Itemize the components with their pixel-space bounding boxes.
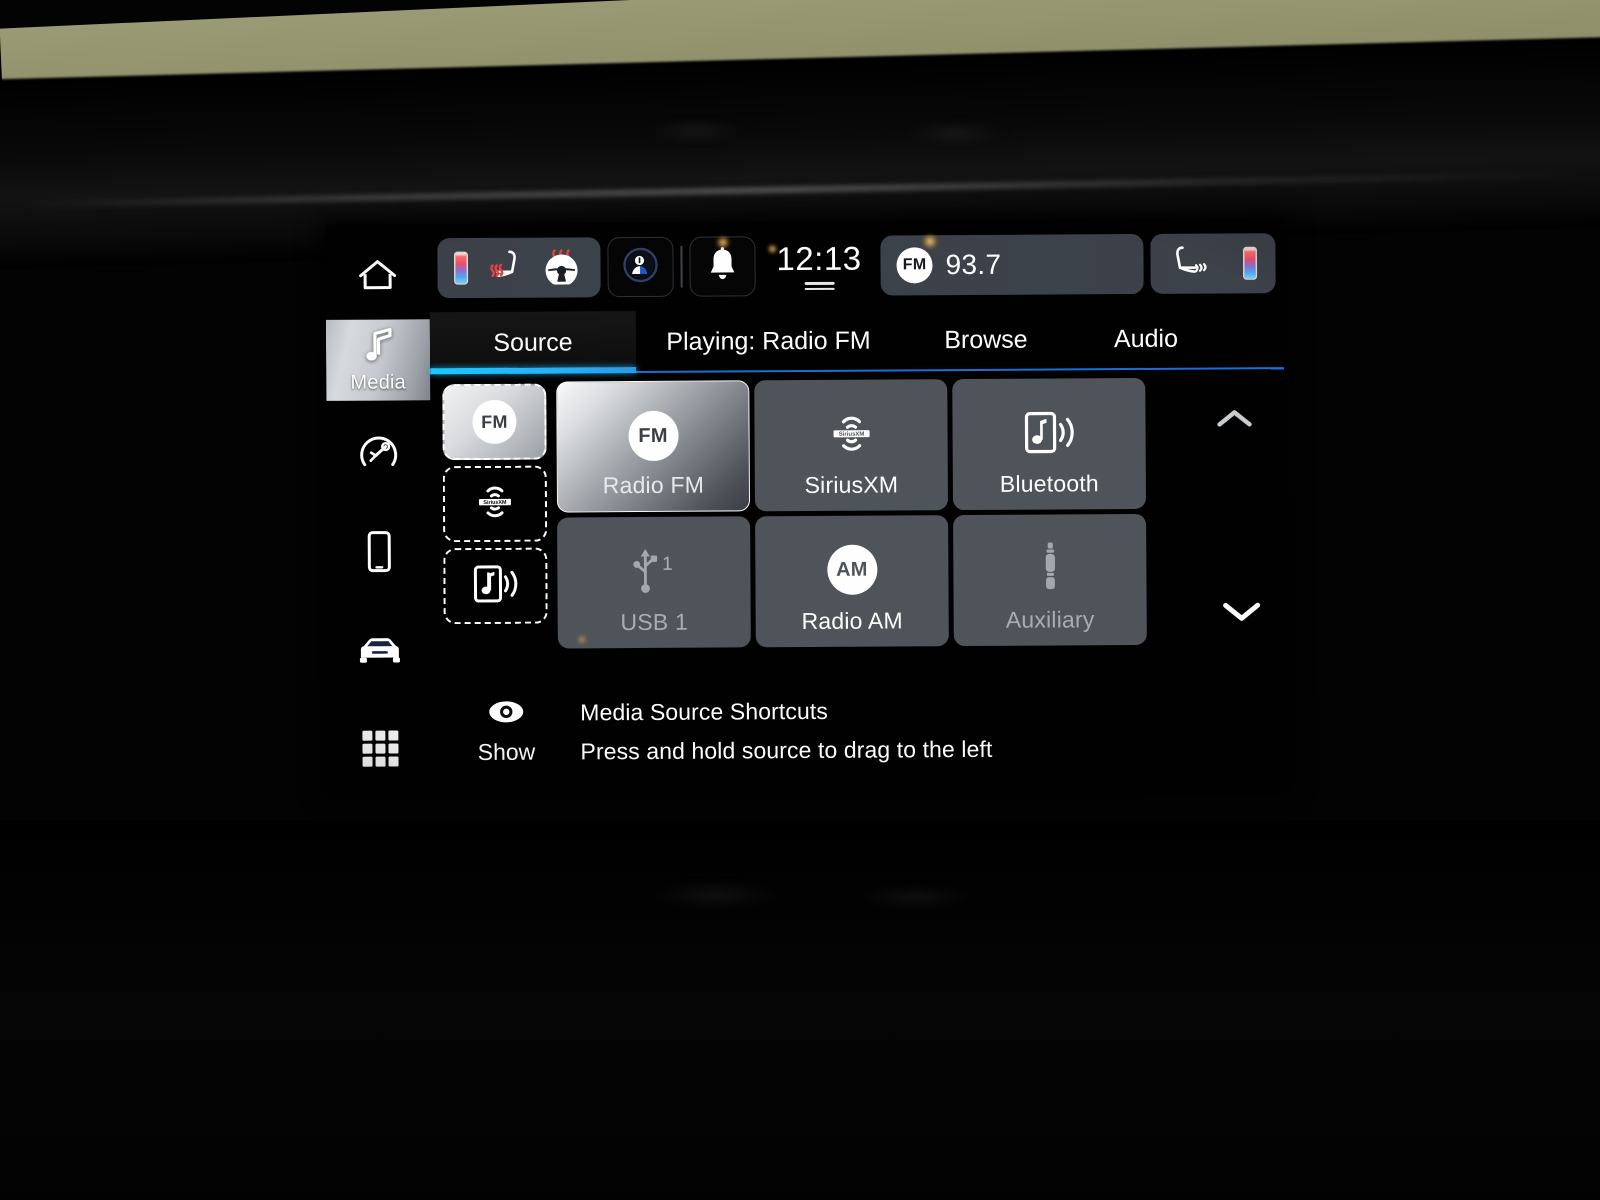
fm-badge-icon: FM [627, 408, 679, 464]
show-shortcuts-button[interactable]: Show [454, 696, 558, 767]
sidebar-item-media[interactable]: Media [325, 319, 431, 401]
siriusxm-icon: SiriusXM [820, 406, 882, 462]
dashboard-photo: Media 12:13 FM 93.7 Source Playing: Radi… [0, 0, 1600, 1200]
navigation-rail: Media [325, 224, 432, 793]
clock-widget: 12:13 [762, 239, 873, 291]
aux-jack-icon [1035, 540, 1065, 596]
source-tile-label: SiriusXM [804, 471, 899, 499]
sidebar-item-label: Media [350, 371, 407, 394]
driver-climate-group[interactable] [437, 237, 601, 299]
svg-text:1: 1 [662, 554, 673, 575]
driver-profile-button[interactable] [607, 236, 674, 298]
apps-grid-icon [358, 726, 402, 775]
am-badge-icon: AM [826, 542, 878, 598]
sidebar-item-vehicle[interactable] [328, 613, 432, 694]
shortcut-slot-radio-fm[interactable]: FM [442, 383, 547, 461]
clock-time: 12:13 [776, 239, 862, 278]
content-area: 12:13 FM 93.7 Source Playing: Radio FM B… [429, 219, 1287, 793]
tab-source[interactable]: Source [429, 311, 637, 375]
source-panel: FM SiriusXM FM Radio FM SiriusXM SiriusX… [430, 369, 1287, 792]
chevron-up-icon [1214, 410, 1254, 435]
scroll-up-button[interactable] [1214, 405, 1254, 436]
now-playing-frequency: 93.7 [945, 248, 1002, 281]
source-tile-siriusxm[interactable]: SiriusXM SiriusXM [754, 379, 949, 512]
music-note-icon [361, 325, 395, 368]
sidebar-item-climate[interactable] [326, 417, 430, 498]
notifications-button[interactable] [689, 236, 756, 297]
source-tile-label: Auxiliary [1005, 606, 1095, 633]
temperature-bar-icon [455, 253, 467, 284]
shortcuts-footer: Show Media Source Shortcuts Press and ho… [454, 693, 993, 767]
shortcuts-hint: Press and hold source to drag to the lef… [580, 735, 993, 765]
fm-badge-icon: FM [472, 399, 517, 445]
bluetooth-audio-icon [1017, 404, 1081, 460]
sidebar-item-apps[interactable] [328, 712, 432, 793]
vehicle-icon [354, 633, 406, 672]
status-divider [680, 245, 683, 288]
hint-text-block: Media Source Shortcuts Press and hold so… [580, 693, 992, 766]
clock-underline-marks [804, 281, 835, 291]
scroll-down-button[interactable] [1220, 597, 1264, 630]
fm-badge-icon: FM [896, 247, 933, 284]
tab-playing[interactable]: Playing: Radio FM [636, 309, 901, 373]
passenger-climate-group[interactable] [1150, 233, 1276, 294]
phone-icon [364, 529, 394, 580]
passenger-seat-icon [1170, 242, 1210, 285]
driver-profile-icon [620, 244, 660, 289]
source-tile-radio-am[interactable]: AM Radio AM [755, 515, 949, 648]
source-tile-label: Radio AM [801, 607, 903, 635]
status-bar: 12:13 FM 93.7 [429, 219, 1284, 312]
tab-audio[interactable]: Audio [1071, 307, 1221, 370]
show-label: Show [477, 738, 536, 766]
usb-icon: 1 [623, 543, 685, 599]
source-tile-auxiliary[interactable]: Auxiliary [953, 513, 1147, 647]
source-tile-bluetooth[interactable]: Bluetooth [952, 377, 1147, 511]
chevron-down-icon [1220, 602, 1264, 629]
eye-icon [485, 699, 527, 730]
siriusxm-icon: SiriusXM [466, 478, 524, 529]
media-source-shortcuts-column: FM SiriusXM [442, 383, 548, 625]
heated-steering-wheel-icon [540, 246, 582, 289]
source-tile-label: Radio FM [602, 471, 705, 499]
now-playing-pill[interactable]: FM 93.7 [880, 233, 1144, 296]
home-icon [356, 256, 398, 299]
bell-icon [704, 245, 740, 288]
shortcut-slot-siriusxm[interactable]: SiriusXM [442, 465, 548, 543]
heated-seat-icon [484, 246, 522, 289]
climate-gauge-icon [356, 431, 402, 482]
source-tiles-grid: FM Radio FM SiriusXM SiriusXM Bluetooth … [556, 377, 1147, 649]
temperature-bar-icon [1244, 248, 1256, 279]
svg-text:SiriusXM: SiriusXM [483, 499, 507, 505]
sidebar-item-home[interactable] [325, 238, 429, 319]
source-tile-label: USB 1 [620, 608, 689, 636]
source-tile-usb-1[interactable]: 1 USB 1 [557, 516, 751, 649]
shortcut-slot-bluetooth[interactable] [443, 547, 548, 625]
source-tile-label: Bluetooth [999, 470, 1099, 497]
tab-bar: Source Playing: Radio FM Browse Audio [429, 307, 1285, 375]
infotainment-screen: Media 12:13 FM 93.7 Source Playing: Radi… [325, 219, 1287, 793]
svg-text:SiriusXM: SiriusXM [838, 432, 864, 438]
sidebar-item-phone[interactable] [327, 515, 431, 596]
tab-browse[interactable]: Browse [901, 308, 1071, 371]
source-tile-radio-fm[interactable]: FM Radio FM [556, 380, 751, 513]
dashboard-lower-trim [0, 820, 1600, 1200]
bluetooth-audio-icon [467, 559, 523, 612]
shortcuts-title: Media Source Shortcuts [580, 697, 828, 726]
